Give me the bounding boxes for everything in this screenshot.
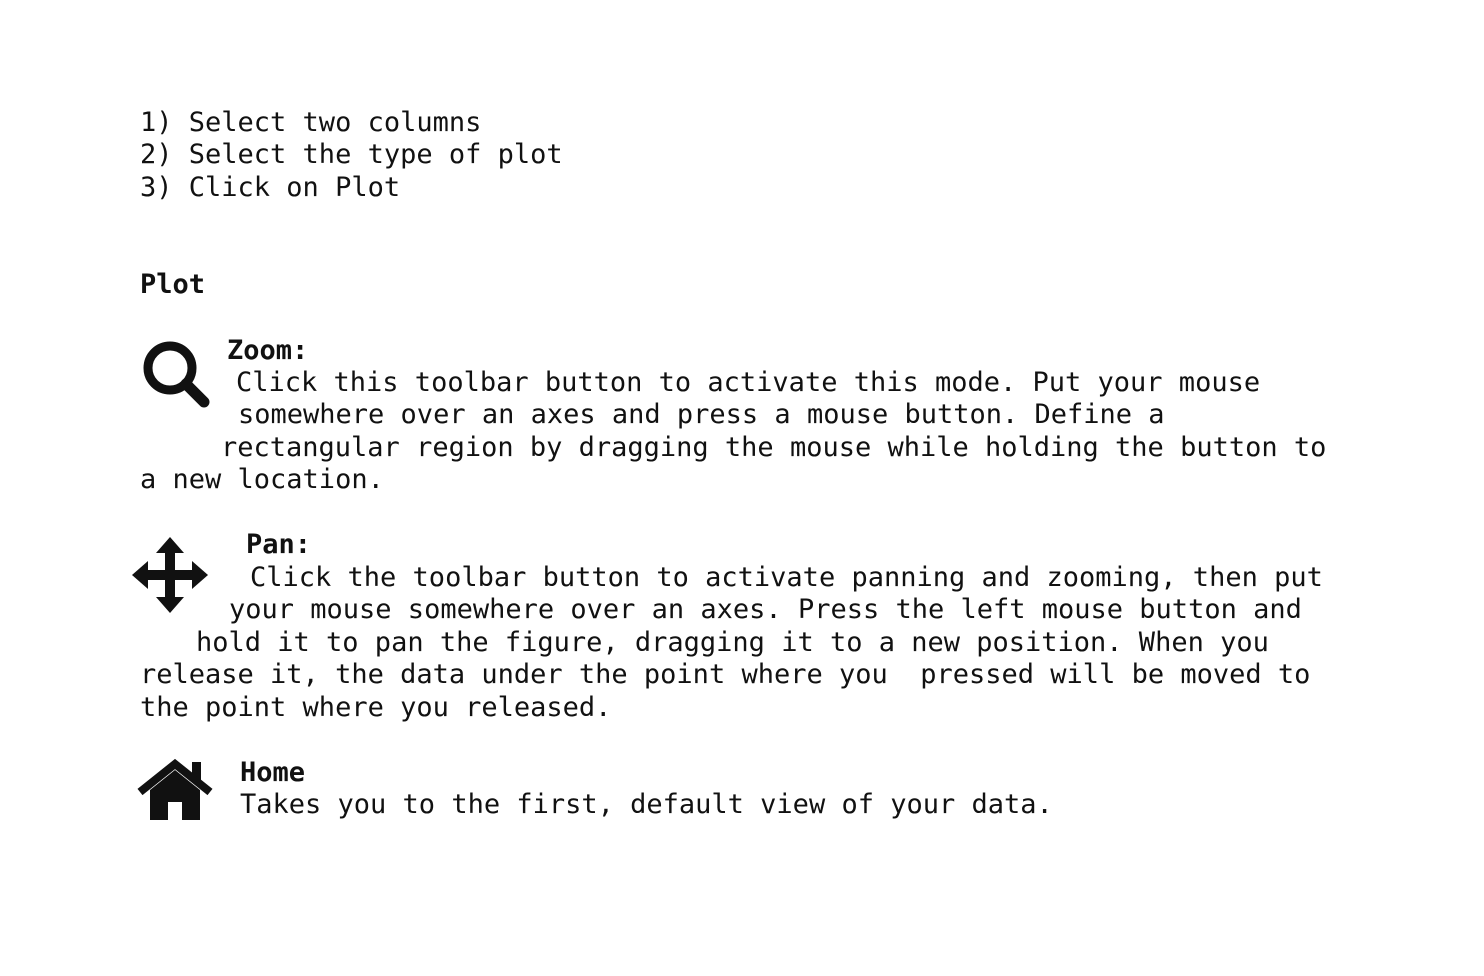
- magnifier-icon: [143, 341, 210, 408]
- home-title: Home: [240, 757, 306, 788]
- pan-desc-line-2: your mouse somewhere over an axes. Press…: [229, 594, 1302, 625]
- zoom-desc-line-3: rectangular region by dragging the mouse…: [221, 432, 1327, 463]
- pan-desc-line-1: Click the toolbar button to activate pan…: [250, 562, 1323, 593]
- step-2: 2) Select the type of plot: [140, 139, 563, 170]
- pan-desc-line-4: release it, the data under the point whe…: [140, 659, 1311, 690]
- zoom-desc-line-4: a new location.: [140, 464, 384, 495]
- section-title: Plot: [140, 269, 206, 300]
- home-desc-line-1: Takes you to the first, default view of …: [240, 789, 1053, 820]
- zoom-desc-line-1: Click this toolbar button to activate th…: [236, 367, 1261, 398]
- pan-title: Pan:: [246, 529, 312, 560]
- step-3: 3) Click on Plot: [140, 172, 401, 203]
- pan-desc-line-3: hold it to pan the figure, dragging it t…: [196, 627, 1269, 658]
- pan-desc-line-5: the point where you released.: [140, 692, 612, 723]
- home-icon: [137, 758, 213, 820]
- step-1: 1) Select two columns: [140, 107, 482, 138]
- zoom-title: Zoom:: [227, 335, 309, 366]
- move-arrows-icon: [132, 537, 208, 613]
- zoom-desc-line-2: somewhere over an axes and press a mouse…: [238, 399, 1165, 430]
- plot-help-page: 1) Select two columns 2) Select the type…: [0, 0, 1484, 976]
